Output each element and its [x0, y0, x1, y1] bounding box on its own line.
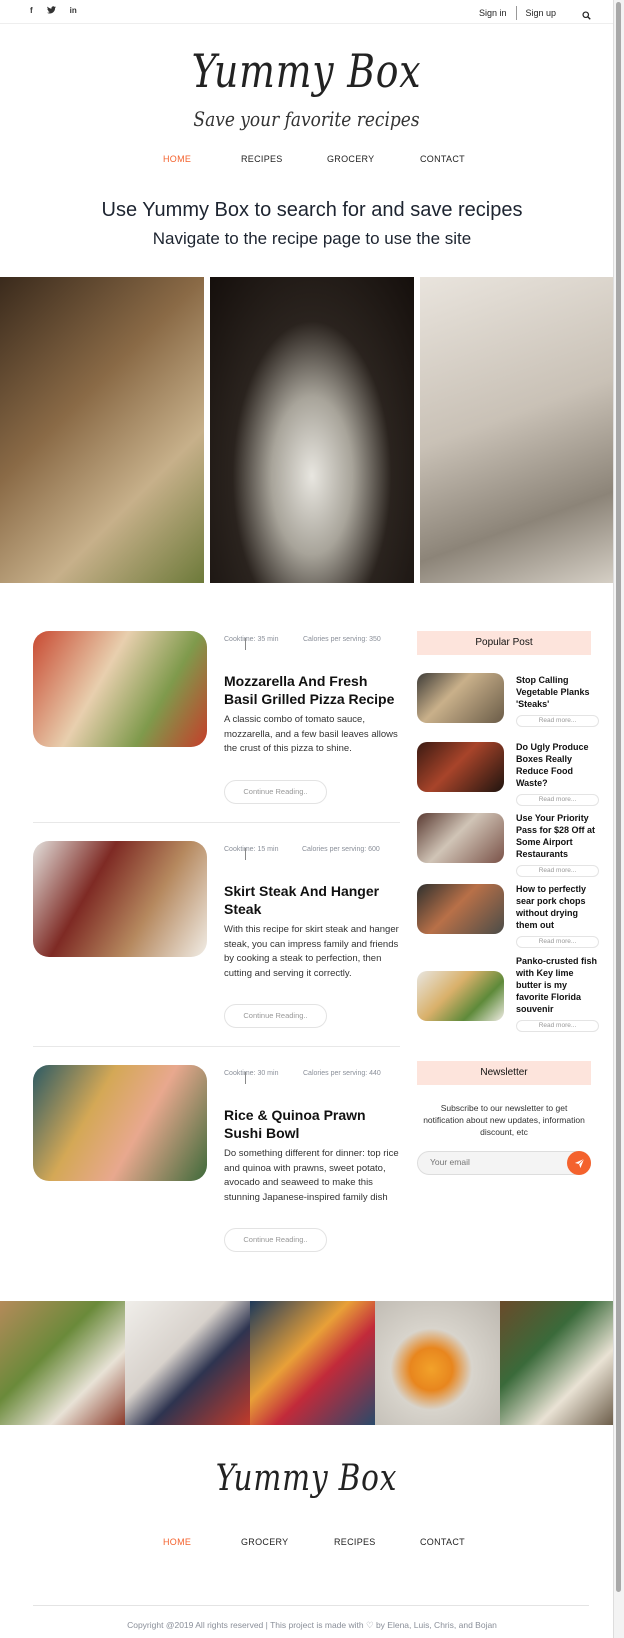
sign-up-link[interactable]: Sign up — [526, 8, 557, 18]
popular-post-thumb[interactable] — [417, 673, 504, 723]
popular-read-more-button[interactable]: Read more... — [516, 715, 599, 727]
popular-post-title[interactable]: Use Your Priority Pass for $28 Off at So… — [516, 812, 600, 860]
hero-image-salmon — [210, 277, 414, 583]
scrollbar-thumb[interactable] — [616, 2, 621, 1592]
popular-post-title[interactable]: Stop Calling Vegetable Planks 'Steaks' — [516, 674, 600, 710]
gallery-image-fruit — [250, 1301, 375, 1425]
post-meta: Cooktime: 30 min Calories per serving: 4… — [224, 1066, 394, 1096]
nav-recipes[interactable]: RECIPES — [241, 154, 283, 164]
post-excerpt: With this recipe for skirt steak and han… — [224, 924, 399, 979]
gallery-image-salads — [0, 1301, 125, 1425]
popular-post-heading: Popular Post — [417, 631, 591, 655]
newsletter-email-field[interactable] — [417, 1151, 591, 1175]
continue-reading-button[interactable]: Continue Reading.. — [224, 1228, 327, 1252]
post-divider — [33, 822, 400, 823]
popular-post-thumb[interactable] — [417, 742, 504, 792]
continue-reading-button[interactable]: Continue Reading.. — [224, 1004, 327, 1028]
top-bar: f in Sign in Sign up — [0, 0, 613, 24]
footer-logo[interactable]: Yummy Box — [55, 1458, 558, 1499]
footer-nav-contact[interactable]: CONTACT — [420, 1537, 465, 1547]
popular-read-more-button[interactable]: Read more... — [516, 936, 599, 948]
post-image-sushi-bowl[interactable] — [33, 1065, 207, 1181]
send-icon — [574, 1158, 584, 1168]
post-excerpt: A classic combo of tomato sauce, mozzare… — [224, 714, 398, 754]
footer-divider — [33, 1605, 589, 1606]
post-excerpt: Do something different for dinner: top r… — [224, 1148, 399, 1203]
popular-read-more-button[interactable]: Read more... — [516, 794, 599, 806]
newsletter-submit-button[interactable] — [567, 1151, 591, 1175]
popular-post-thumb[interactable] — [417, 813, 504, 863]
auth-links: Sign in Sign up — [479, 6, 556, 20]
hero-image-tacos — [0, 277, 204, 583]
post-title[interactable]: Rice & Quinoa Prawn Sushi Bowl — [224, 1106, 402, 1142]
cooktime: Cooktime: 30 min — [224, 1070, 279, 1077]
cooktime: Cooktime: 35 min — [224, 636, 279, 643]
meta-tick — [245, 1072, 246, 1084]
site-tagline: Save your favorite recipes — [193, 107, 420, 131]
search-icon[interactable] — [582, 7, 591, 25]
sign-in-link[interactable]: Sign in — [479, 8, 507, 18]
newsletter-description: Subscribe to our newsletter to get notif… — [423, 1103, 585, 1137]
post-title[interactable]: Skirt Steak And Hanger Steak — [224, 882, 402, 918]
meta-tick — [245, 638, 246, 650]
site-logo[interactable]: Yummy Box — [55, 44, 558, 98]
nav-home[interactable]: HOME — [163, 154, 191, 164]
gallery-image-breakfast — [125, 1301, 250, 1425]
footer-nav-grocery[interactable]: GROCERY — [241, 1537, 288, 1547]
nav-contact[interactable]: CONTACT — [420, 154, 465, 164]
calories: Calories per serving: 600 — [302, 846, 380, 853]
gallery-image-bowl — [500, 1301, 624, 1425]
post-image-steak[interactable] — [33, 841, 207, 957]
post-image-pizza[interactable] — [33, 631, 207, 747]
popular-post-title[interactable]: Panko-crusted fish with Key lime butter … — [516, 955, 600, 1015]
popular-post-title[interactable]: Do Ugly Produce Boxes Really Reduce Food… — [516, 741, 600, 789]
hero-headline: Use Yummy Box to search for and save rec… — [101, 199, 523, 221]
gallery-image-soup — [375, 1301, 500, 1425]
hero-image-oats — [420, 277, 624, 583]
footer-nav-home[interactable]: HOME — [163, 1537, 191, 1547]
social-links: f in — [30, 6, 77, 16]
footer-nav-recipes[interactable]: RECIPES — [334, 1537, 376, 1547]
post-divider — [33, 1046, 400, 1047]
calories: Calories per serving: 350 — [303, 636, 381, 643]
auth-separator — [515, 6, 517, 20]
meta-tick — [245, 848, 246, 860]
popular-read-more-button[interactable]: Read more... — [516, 1020, 599, 1032]
hero-subheadline: Navigate to the recipe page to use the s… — [152, 229, 472, 248]
cooktime: Cooktime: 15 min — [224, 846, 279, 853]
facebook-icon[interactable]: f — [30, 6, 33, 16]
twitter-icon[interactable] — [46, 6, 56, 16]
post-title[interactable]: Mozzarella And Fresh Basil Grilled Pizza… — [224, 672, 402, 708]
post-meta: Cooktime: 35 min Calories per serving: 3… — [224, 632, 394, 662]
copyright-text: Copyright @2019 All rights reserved | Th… — [127, 1620, 497, 1630]
continue-reading-button[interactable]: Continue Reading.. — [224, 780, 327, 804]
popular-post-title[interactable]: How to perfectly sear pork chops without… — [516, 883, 600, 931]
nav-grocery[interactable]: GROCERY — [327, 154, 374, 164]
popular-post-thumb[interactable] — [417, 884, 504, 934]
popular-read-more-button[interactable]: Read more... — [516, 865, 599, 877]
page-scrollbar[interactable] — [613, 0, 624, 1638]
email-input[interactable] — [430, 1157, 550, 1167]
calories: Calories per serving: 440 — [303, 1070, 381, 1077]
linkedin-icon[interactable]: in — [70, 6, 77, 16]
newsletter-heading: Newsletter — [417, 1061, 591, 1085]
post-meta: Cooktime: 15 min Calories per serving: 6… — [224, 842, 394, 872]
popular-post-thumb[interactable] — [417, 971, 504, 1021]
